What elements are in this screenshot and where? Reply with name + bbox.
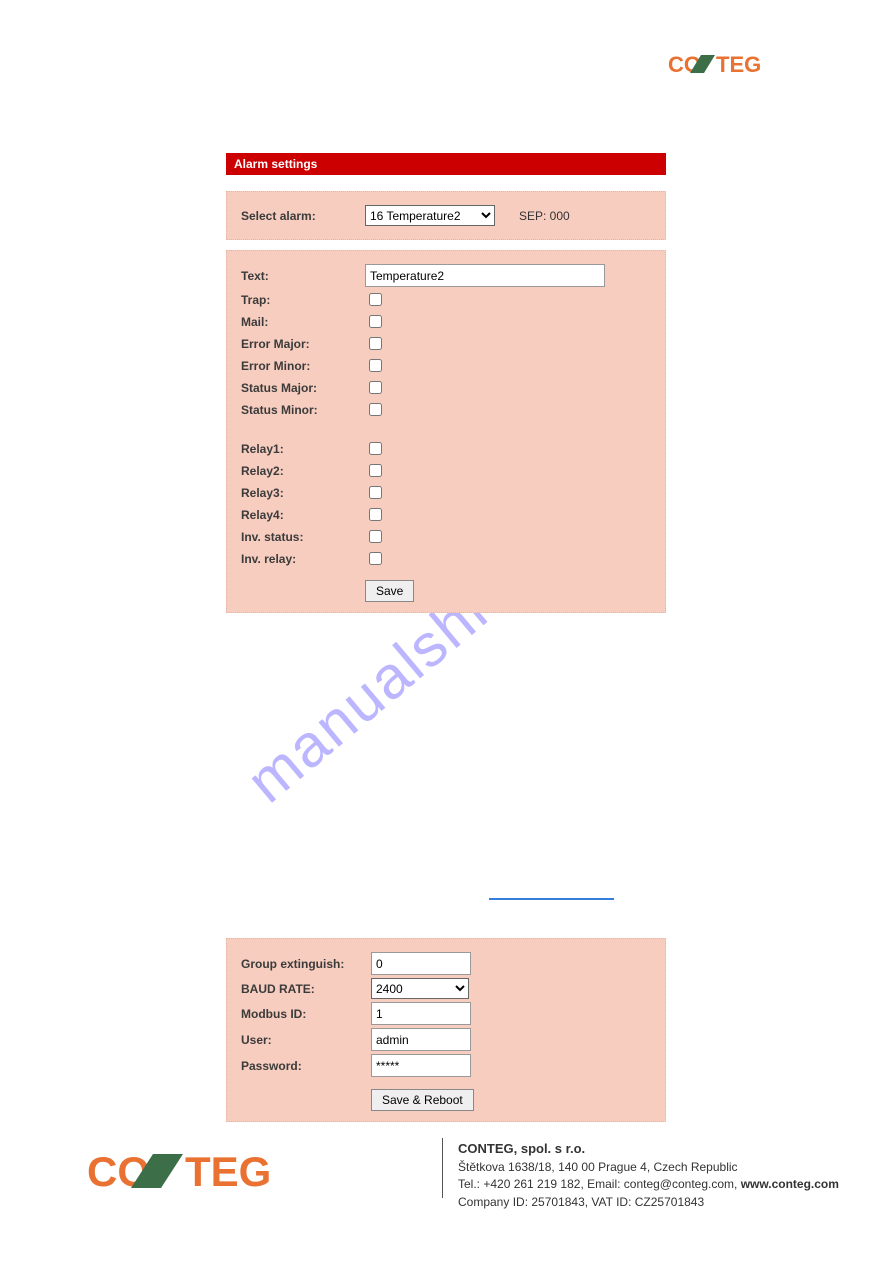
status-minor-checkbox[interactable] (369, 403, 382, 416)
relay1-label: Relay1: (241, 442, 365, 456)
inv-relay-label: Inv. relay: (241, 552, 365, 566)
trap-checkbox[interactable] (369, 293, 382, 306)
select-alarm-label: Select alarm: (241, 209, 365, 223)
text-input[interactable] (365, 264, 605, 287)
sep-label: SEP: 000 (519, 209, 570, 223)
footer-divider (442, 1138, 443, 1198)
error-major-checkbox[interactable] (369, 337, 382, 350)
relay3-checkbox[interactable] (369, 486, 382, 499)
baud-rate-label: BAUD RATE: (241, 982, 371, 996)
panel-title-alarm-settings: Alarm settings (226, 153, 666, 175)
inv-status-label: Inv. status: (241, 530, 365, 544)
alarm-options-box: Text: Trap: Mail: Error Major: Error Min… (226, 250, 666, 613)
error-major-label: Error Major: (241, 337, 365, 351)
relay2-label: Relay2: (241, 464, 365, 478)
relay4-label: Relay4: (241, 508, 365, 522)
logo-bottom: CO TEG (87, 1148, 327, 1197)
logo-top: CO TEG (668, 52, 783, 79)
relay4-checkbox[interactable] (369, 508, 382, 521)
footer-company: CONTEG, spol. s r.o. (458, 1140, 839, 1159)
baud-rate-select[interactable]: 2400 (371, 978, 469, 999)
password-input[interactable] (371, 1054, 471, 1077)
text-label: Text: (241, 269, 365, 283)
footer-text: CONTEG, spol. s r.o. Štětkova 1638/18, 1… (458, 1140, 839, 1211)
error-minor-checkbox[interactable] (369, 359, 382, 372)
svg-text:TEG: TEG (185, 1148, 271, 1194)
select-alarm-box: Select alarm: 16 Temperature2 SEP: 000 (226, 191, 666, 240)
save-button[interactable]: Save (365, 580, 414, 602)
inv-relay-checkbox[interactable] (369, 552, 382, 565)
modbus-id-label: Modbus ID: (241, 1007, 371, 1021)
save-reboot-button[interactable]: Save & Reboot (371, 1089, 474, 1111)
status-major-checkbox[interactable] (369, 381, 382, 394)
relay3-label: Relay3: (241, 486, 365, 500)
status-minor-label: Status Minor: (241, 403, 365, 417)
password-label: Password: (241, 1059, 371, 1073)
user-input[interactable] (371, 1028, 471, 1051)
error-minor-label: Error Minor: (241, 359, 365, 373)
inv-status-checkbox[interactable] (369, 530, 382, 543)
trap-label: Trap: (241, 293, 365, 307)
relay1-checkbox[interactable] (369, 442, 382, 455)
footer-contacts: Tel.: +420 261 219 182, Email: conteg@co… (458, 1177, 741, 1191)
footer-address: Štětkova 1638/18, 140 00 Prague 4, Czech… (458, 1159, 839, 1176)
mail-label: Mail: (241, 315, 365, 329)
modbus-id-input[interactable] (371, 1002, 471, 1025)
svg-text:TEG: TEG (716, 52, 761, 76)
relay2-checkbox[interactable] (369, 464, 382, 477)
select-alarm-dropdown[interactable]: 16 Temperature2 (365, 205, 495, 226)
comm-settings-box: Group extinguish: BAUD RATE: 2400 Modbus… (226, 938, 666, 1122)
group-extinguish-label: Group extinguish: (241, 957, 371, 971)
mail-checkbox[interactable] (369, 315, 382, 328)
footer-ids: Company ID: 25701843, VAT ID: CZ25701843 (458, 1194, 839, 1211)
user-label: User: (241, 1033, 371, 1047)
status-major-label: Status Major: (241, 381, 365, 395)
group-extinguish-input[interactable] (371, 952, 471, 975)
blue-underline (489, 898, 614, 900)
footer-website: www.conteg.com (741, 1177, 839, 1191)
